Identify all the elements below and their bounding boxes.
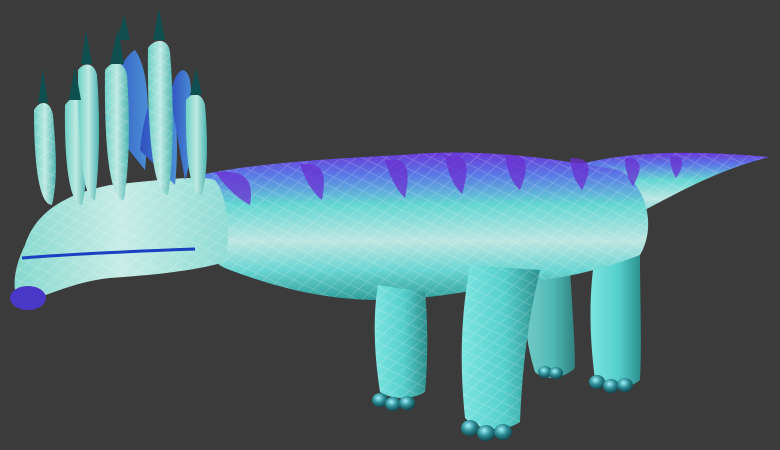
spike-1	[38, 68, 48, 103]
spike-5	[118, 14, 130, 40]
head	[10, 177, 228, 310]
creature-model	[10, 8, 770, 441]
spike-7	[190, 68, 202, 95]
snout	[10, 286, 46, 310]
3d-viewport[interactable]	[0, 0, 780, 450]
back-leg	[461, 265, 540, 441]
front-leg	[372, 285, 428, 411]
spike-3	[81, 30, 92, 64]
horn-scale-overlay	[34, 40, 173, 205]
spike-6	[153, 8, 165, 40]
